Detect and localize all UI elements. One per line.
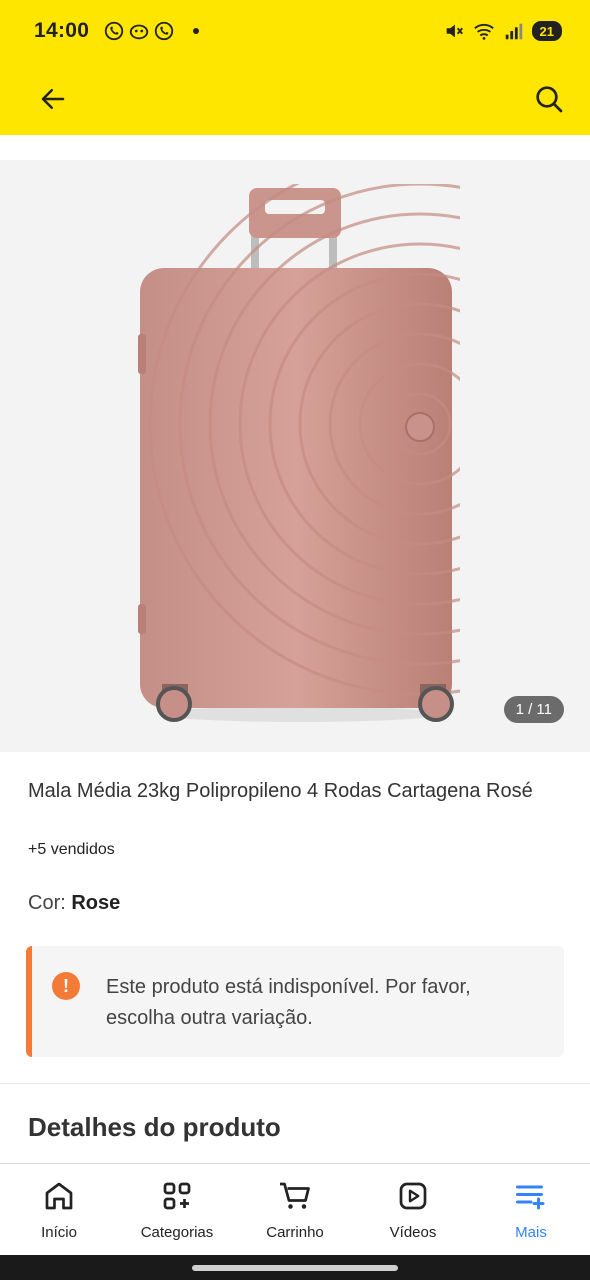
nav-item-categories[interactable]: Categorias — [118, 1164, 236, 1255]
whatsapp-icon-2 — [155, 21, 174, 41]
video-icon — [399, 1182, 427, 1210]
nav-item-cart[interactable]: Carrinho — [236, 1164, 354, 1255]
unavailable-alert: ! Este produto está indisponível. Por fa… — [26, 946, 564, 1057]
nav-label-categories: Categorias — [140, 1224, 214, 1241]
product-details-heading: Detalhes do produto — [28, 1112, 281, 1142]
product-title: Mala Média 23kg Polipropileno 4 Rodas Ca… — [28, 780, 533, 802]
nav-label-home: Início — [41, 1224, 77, 1241]
categories-icon — [163, 1182, 191, 1210]
signal-icon — [505, 23, 522, 40]
nav-label-more: Mais — [515, 1224, 547, 1241]
sold-count: +5 vendidos — [28, 841, 115, 858]
color-selector[interactable]: Cor: Rose — [28, 892, 120, 915]
bottom-navigation: Início Categorias Carrinho Vídeos Mais — [0, 1163, 590, 1255]
nav-item-videos[interactable]: Vídeos — [354, 1164, 472, 1255]
wifi-icon — [473, 23, 494, 40]
nav-label-cart: Carrinho — [266, 1224, 324, 1241]
mute-icon — [446, 24, 463, 38]
alert-message: Este produto está indisponível. Por favo… — [106, 976, 471, 1029]
nav-label-videos: Vídeos — [389, 1224, 437, 1241]
app-notification-icon — [130, 24, 149, 40]
status-time: 14:00 — [34, 19, 90, 42]
more-notifications-dot — [193, 28, 200, 34]
home-icon — [45, 1182, 73, 1210]
suitcase-image — [138, 184, 460, 722]
image-counter: 1 / 11 — [503, 696, 564, 723]
search-icon — [536, 85, 563, 112]
system-navigation-bar — [0, 1255, 590, 1280]
back-button[interactable] — [36, 82, 70, 116]
nav-item-more[interactable]: Mais — [472, 1164, 590, 1255]
color-label: Cor: — [28, 892, 66, 914]
more-icon — [516, 1185, 545, 1210]
search-button[interactable] — [530, 80, 568, 118]
arrow-left-icon — [41, 88, 65, 109]
section-divider — [0, 1083, 590, 1084]
whatsapp-icon — [105, 21, 124, 41]
nav-item-home[interactable]: Início — [0, 1164, 118, 1255]
cart-icon — [280, 1182, 310, 1209]
warning-icon: ! — [52, 972, 80, 1000]
status-bar: 14:00 21 — [0, 0, 590, 62]
app-bar — [0, 62, 590, 135]
gesture-handle[interactable] — [192, 1265, 398, 1271]
color-value: Rose — [71, 892, 121, 914]
product-image-gallery[interactable]: 1 / 11 — [0, 160, 590, 752]
battery-indicator: 21 — [531, 21, 562, 41]
